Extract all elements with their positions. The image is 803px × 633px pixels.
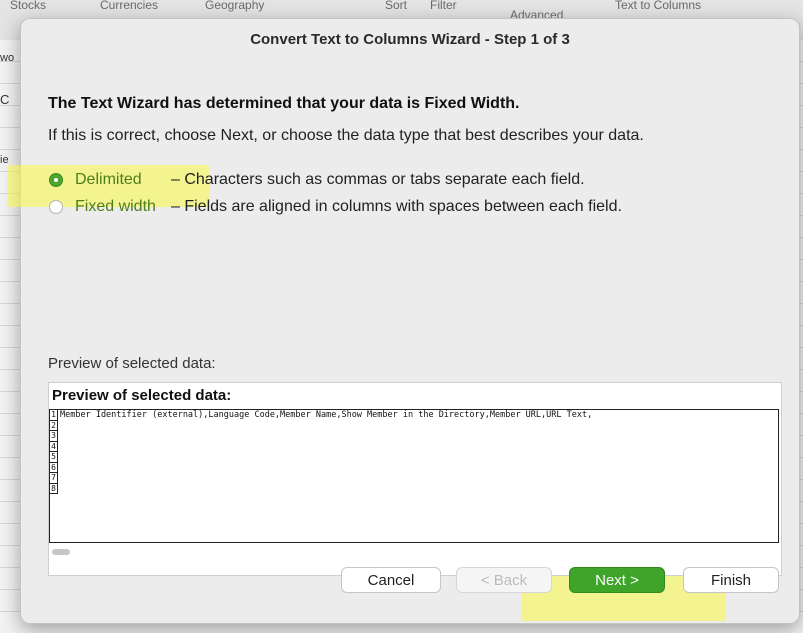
row-number: 8 — [50, 483, 58, 494]
row-text — [58, 421, 60, 432]
cancel-button[interactable]: Cancel — [341, 567, 441, 593]
preview-row: 5 — [50, 452, 778, 463]
row-number: 4 — [50, 441, 58, 452]
preview-row: 7 — [50, 473, 778, 484]
ribbon-sort[interactable]: Sort — [385, 0, 407, 12]
dialog-subtext: If this is correct, choose Next, or choo… — [48, 127, 644, 144]
option-label: Delimited — [75, 171, 142, 188]
ribbon-tab-geography[interactable]: Geography — [205, 0, 264, 12]
radio-unselected-icon[interactable] — [49, 200, 63, 214]
preview-row: 2 — [50, 420, 778, 432]
option-fixed-width[interactable]: Fixed width – Fields are aligned in colu… — [49, 196, 622, 218]
row-text: Member Identifier (external),Language Co… — [60, 410, 593, 420]
preview-grid[interactable]: 1 Member Identifier (external),Language … — [49, 409, 779, 543]
preview-row: 1 Member Identifier (external),Language … — [50, 410, 778, 421]
row-number: 6 — [50, 462, 58, 473]
preview-row: 8 — [50, 483, 778, 495]
row-text — [58, 442, 60, 453]
preview-row: 4 — [50, 441, 778, 453]
option-description: – Fields are aligned in columns with spa… — [171, 198, 622, 215]
dialog-heading: The Text Wizard has determined that your… — [48, 95, 520, 112]
horizontal-scrollbar[interactable] — [52, 549, 70, 555]
row-text — [58, 452, 60, 463]
preview-row: 3 — [50, 431, 778, 442]
radio-selected-icon[interactable] — [49, 173, 63, 187]
option-description: – Characters such as commas or tabs sepa… — [171, 171, 585, 188]
preview-label: Preview of selected data: — [48, 355, 216, 372]
preview-title: Preview of selected data: — [52, 387, 232, 404]
row-number: 1 — [50, 410, 58, 421]
row-text — [58, 473, 60, 484]
row-text — [58, 463, 60, 474]
row-text — [58, 431, 60, 442]
next-button[interactable]: Next > — [569, 567, 665, 593]
ribbon-tab-stocks[interactable]: Stocks — [10, 0, 46, 12]
dialog-title: Convert Text to Columns Wizard - Step 1 … — [250, 31, 570, 48]
option-delimited[interactable]: Delimited – Characters such as commas or… — [49, 169, 585, 191]
ribbon-tab-currencies[interactable]: Currencies — [100, 0, 158, 12]
row-number: 3 — [50, 431, 58, 442]
row-number: 7 — [50, 473, 58, 484]
row-number: 2 — [50, 420, 58, 431]
side-fragment: wo — [0, 52, 15, 64]
row-number: 5 — [50, 452, 58, 463]
back-button[interactable]: < Back — [456, 567, 552, 593]
finish-button[interactable]: Finish — [683, 567, 779, 593]
row-text — [58, 484, 60, 495]
preview-panel: Preview of selected data: 1 Member Ident… — [48, 382, 782, 576]
preview-row: 6 — [50, 462, 778, 474]
ribbon-text-to-columns[interactable]: Text to Columns — [615, 0, 701, 12]
option-label: Fixed width — [75, 198, 156, 215]
ribbon-filter[interactable]: Filter — [430, 0, 457, 12]
side-fragment: ie — [0, 154, 9, 166]
text-to-columns-dialog: Convert Text to Columns Wizard - Step 1 … — [7, 18, 800, 624]
side-fragment: C — [0, 92, 10, 107]
